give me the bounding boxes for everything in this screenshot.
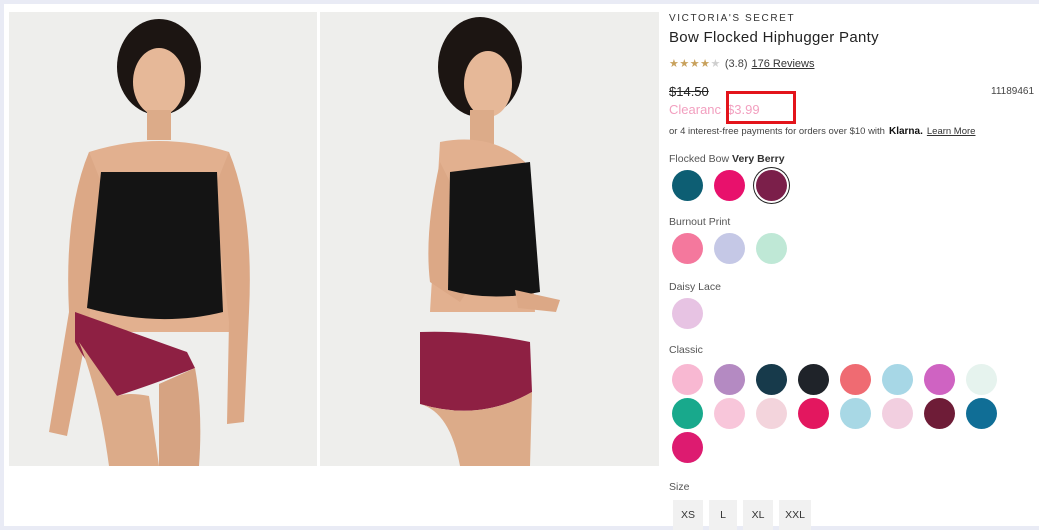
color-swatch-light-blue[interactable]	[882, 364, 913, 395]
color-swatch-magenta-print[interactable]	[672, 432, 703, 463]
color-swatch-light-pink[interactable]	[672, 364, 703, 395]
color-swatch-pink-tie-dye[interactable]	[882, 398, 913, 429]
color-swatch-lavender-burnout[interactable]	[714, 233, 745, 264]
sku-number: 11189461	[991, 86, 1035, 97]
reviews-link[interactable]: 176 Reviews	[752, 58, 815, 70]
size-option-xxl[interactable]: XXL	[779, 500, 811, 530]
swatch-group-label: Flocked Bow Very Berry	[669, 153, 785, 165]
original-price: $14.50	[669, 84, 709, 99]
product-page: VICTORIA'S SECRET Bow Flocked Hiphugger …	[4, 4, 1039, 530]
color-swatch-sky-print[interactable]	[840, 398, 871, 429]
size-option-xl[interactable]: XL	[743, 500, 773, 530]
color-swatch-purple-floral[interactable]	[714, 364, 745, 395]
swatch-group-name: Daisy Lace	[669, 281, 721, 293]
color-swatch-white-stripe[interactable]	[966, 364, 997, 395]
swatch-group-name: Burnout Print	[669, 216, 731, 228]
rating-row: ★★★★★ (3.8) 176 Reviews	[669, 57, 815, 71]
product-photo-side[interactable]	[320, 12, 659, 466]
color-swatch-pink-dot[interactable]	[756, 398, 787, 429]
klarna-text: or 4 interest-free payments for orders o…	[669, 126, 885, 137]
klarna-logo: Klarna.	[888, 126, 923, 137]
color-swatch-pink-burnout[interactable]	[672, 233, 703, 264]
color-swatch-navy-floral[interactable]	[756, 364, 787, 395]
clearance-label: Clearanc	[669, 102, 722, 117]
color-swatch-burgundy-floral[interactable]	[924, 398, 955, 429]
color-swatch-fuchsia-stripe[interactable]	[798, 398, 829, 429]
star-empty-icon: ★	[710, 58, 721, 70]
swatch-group-label: Daisy Lace	[669, 281, 721, 293]
color-swatch-lilac-lace[interactable]	[672, 298, 703, 329]
learn-more-link[interactable]: Learn More	[927, 126, 976, 137]
swatch-group-label: Burnout Print	[669, 216, 730, 228]
color-swatch-hot-pink[interactable]	[714, 170, 745, 201]
color-swatch-very-berry[interactable]	[756, 170, 787, 201]
model-side-image	[320, 12, 659, 466]
star-filled-icon: ★	[679, 58, 690, 70]
rating-value: (3.8)	[724, 57, 748, 70]
swatch-group-name: Classic	[669, 344, 703, 356]
size-option-l[interactable]: L	[709, 500, 737, 530]
star-filled-icon: ★	[669, 58, 680, 70]
product-photo-front[interactable]	[9, 12, 317, 466]
klarna-row: or 4 interest-free payments for orders o…	[669, 126, 975, 137]
color-swatch-coral[interactable]	[840, 364, 871, 395]
color-swatch-orchid[interactable]	[924, 364, 955, 395]
size-option-xs[interactable]: XS	[673, 500, 703, 530]
product-title: Bow Flocked Hiphugger Panty	[669, 29, 879, 46]
model-front-image	[9, 12, 317, 466]
swatch-group-name: Flocked Bow	[669, 153, 730, 165]
selected-color-name: Very Berry	[729, 153, 785, 165]
star-filled-icon: ★	[700, 58, 711, 70]
color-swatch-emerald[interactable]	[672, 398, 703, 429]
color-swatch-teal[interactable]	[672, 170, 703, 201]
color-swatch-black-floral[interactable]	[798, 364, 829, 395]
size-label: Size	[669, 481, 690, 493]
star-filled-icon: ★	[689, 58, 701, 70]
star-rating-icon: ★★★★★	[669, 57, 721, 70]
swatch-group-label: Classic	[669, 344, 703, 356]
brand-name: VICTORIA'S SECRET	[669, 13, 796, 24]
color-swatch-mint-burnout[interactable]	[756, 233, 787, 264]
color-swatch-ocean-blue[interactable]	[966, 398, 997, 429]
price-highlight-box	[726, 91, 796, 124]
color-swatch-blush[interactable]	[714, 398, 745, 429]
